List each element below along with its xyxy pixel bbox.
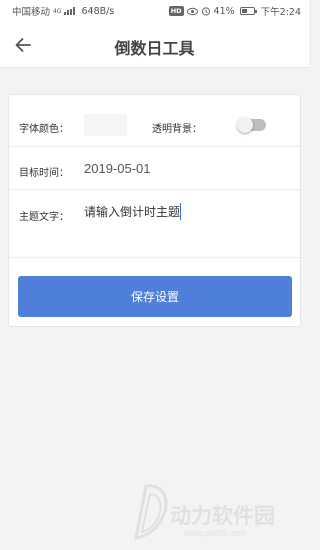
theme-text-input[interactable] [84, 203, 284, 221]
signal-icon [64, 7, 76, 15]
watermark: 动力软件园 www.pw88.com [126, 478, 306, 542]
watermark-url: www.pw88.com [184, 528, 247, 538]
eye-icon [186, 7, 198, 15]
transparent-bg-label: 透明背景： [152, 124, 202, 135]
theme-text-row: 主题文字： [9, 190, 300, 258]
nav-bar: 倒数日工具 [0, 22, 309, 68]
theme-text-label: 主题文字： [19, 212, 69, 223]
network-speed: 648B/s [81, 5, 115, 17]
carrier-name: 中国移动 [12, 7, 51, 18]
alarm-icon [201, 7, 210, 16]
font-color-swatch[interactable] [84, 114, 127, 136]
hd-icon: HD [168, 6, 184, 16]
status-left: 中国移动 4G 648B/s [12, 4, 115, 19]
toggle-knob [237, 117, 253, 133]
transparent-bg-toggle[interactable] [237, 117, 266, 133]
text-caret [180, 203, 181, 220]
save-settings-button[interactable]: 保存设置 [18, 276, 292, 317]
font-color-label: 字体颜色： [19, 124, 69, 135]
page-title: 倒数日工具 [114, 39, 195, 58]
status-right: HD 41% 下午2:24 [168, 4, 301, 18]
font-color-row: 字体颜色： 透明背景： [9, 95, 300, 147]
clock-time: 下午2:24 [260, 7, 301, 18]
target-time-row: 目标时间： 2019-05-01 [9, 147, 300, 190]
target-time-label: 目标时间： [19, 168, 69, 179]
status-bar: 中国移动 4G 648B/s HD 41% 下午2:24 [0, 0, 309, 22]
watermark-text: 动力软件园 [170, 504, 275, 528]
battery-icon [239, 7, 257, 15]
watermark-logo-icon [134, 484, 168, 540]
settings-card: 字体颜色： 透明背景： 目标时间： 2019-05-01 主题文字： 保存设置 [8, 94, 301, 327]
network-type: 4G [53, 7, 62, 15]
target-time-value[interactable]: 2019-05-01 [84, 161, 151, 176]
battery-percent: 41% [213, 5, 235, 17]
